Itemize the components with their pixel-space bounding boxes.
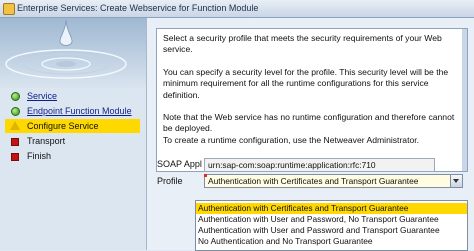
status-current-warning-icon: [10, 121, 20, 130]
step-endpoint-function-module[interactable]: Endpoint Function Module: [5, 104, 140, 118]
profile-option[interactable]: Authentication with User and Password, N…: [196, 214, 467, 225]
info-paragraph: You can specify a security level for the…: [163, 66, 449, 100]
title-bar: Enterprise Services: Create Webservice f…: [0, 0, 474, 18]
window-title: Enterprise Services: Create Webservice f…: [17, 3, 259, 13]
info-scrollbar[interactable]: [462, 29, 467, 171]
soap-appl-field: urn:sap-com:soap:runtime:application:rfc…: [204, 158, 435, 172]
info-paragraph: To create a runtime configuration, use t…: [163, 134, 420, 145]
status-done-icon: [11, 107, 20, 116]
info-box: Select a security profile that meets the…: [156, 28, 468, 172]
profile-dropdown-button[interactable]: [450, 175, 462, 187]
profile-select[interactable]: Authentication with Certificates and Tra…: [204, 174, 463, 188]
soap-appl-label: SOAP Appl: [157, 159, 202, 169]
step-finish: Finish: [5, 149, 140, 163]
step-service[interactable]: Service: [5, 89, 140, 103]
wizard-sidebar: Service Endpoint Function Module Configu…: [0, 18, 147, 250]
step-label[interactable]: Endpoint Function Module: [27, 106, 132, 116]
step-label: Transport: [27, 136, 66, 146]
profile-label: Profile: [157, 176, 183, 186]
profile-dropdown-list: Authentication with Certificates and Tra…: [195, 200, 468, 251]
profile-option[interactable]: No Authentication and No Transport Guara…: [196, 236, 467, 247]
window-icon: [3, 3, 15, 15]
chevron-down-icon: [453, 179, 459, 183]
step-label: Configure Service: [27, 121, 99, 131]
step-transport: Transport: [5, 134, 140, 148]
step-configure-service[interactable]: Configure Service: [5, 119, 140, 133]
step-label: Finish: [27, 151, 52, 161]
info-paragraph: Note that the Web service has no runtime…: [163, 112, 455, 134]
profile-option[interactable]: Authentication with User and Password an…: [196, 225, 467, 236]
status-pending-icon: [11, 153, 19, 161]
profile-option[interactable]: Authentication with Certificates and Tra…: [196, 203, 467, 214]
profile-selected-value: Authentication with Certificates and Tra…: [208, 176, 419, 186]
water-drop-illustration: [0, 18, 146, 88]
info-paragraph: Select a security profile that meets the…: [163, 33, 442, 55]
step-label[interactable]: Service: [27, 91, 57, 101]
status-pending-icon: [11, 138, 19, 146]
info-text: Select a security profile that meets the…: [163, 33, 463, 146]
required-marker: [204, 174, 207, 177]
status-done-icon: [11, 92, 20, 101]
